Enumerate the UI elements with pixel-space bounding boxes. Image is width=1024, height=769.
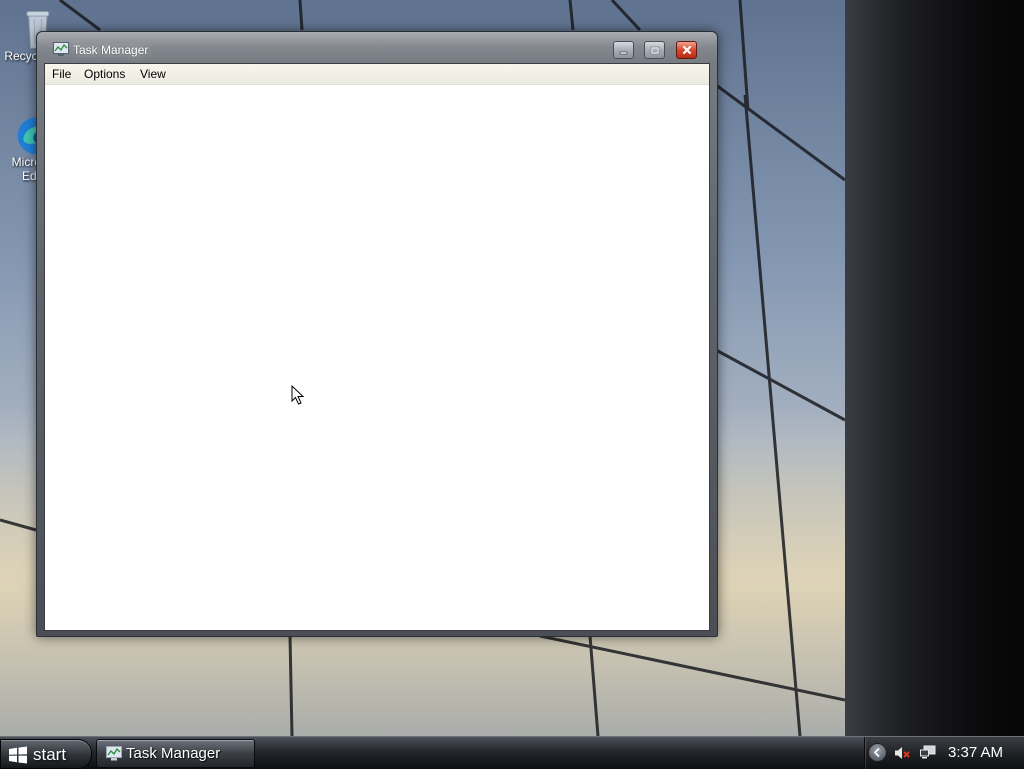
minimize-button[interactable] xyxy=(613,41,634,59)
task-manager-icon xyxy=(106,746,122,761)
close-button[interactable] xyxy=(676,41,697,59)
windows-logo-icon xyxy=(9,746,27,764)
mouse-cursor-icon xyxy=(291,385,305,405)
taskbar-item-task-manager[interactable]: Task Manager xyxy=(96,739,255,768)
minimize-icon xyxy=(619,51,628,54)
window-client-area: File Options View xyxy=(44,63,710,631)
volume-muted-icon[interactable] xyxy=(894,745,910,761)
task-manager-icon xyxy=(53,42,69,56)
menu-view[interactable]: View xyxy=(140,67,166,81)
title-bar[interactable]: Task Manager xyxy=(37,32,717,64)
menu-bar: File Options View xyxy=(45,64,709,85)
wallpaper-dark-panel xyxy=(845,0,1024,736)
network-icon[interactable] xyxy=(920,745,936,761)
maximize-button[interactable] xyxy=(644,41,665,59)
task-manager-window[interactable]: Task Manager File Options View xyxy=(36,31,718,637)
chevron-left-icon xyxy=(873,747,880,758)
window-title: Task Manager xyxy=(73,43,149,57)
system-tray: 3:37 AM xyxy=(864,737,1024,769)
close-icon xyxy=(682,45,691,55)
taskbar: start Task Manager 3:37 AM xyxy=(0,736,1024,769)
taskbar-item-label: Task Manager xyxy=(126,745,221,762)
start-button[interactable]: start xyxy=(0,739,92,769)
start-label: start xyxy=(33,745,67,764)
tray-expand-button[interactable] xyxy=(868,743,887,762)
menu-file[interactable]: File xyxy=(52,67,71,81)
clock[interactable]: 3:37 AM xyxy=(948,744,1003,761)
menu-options[interactable]: Options xyxy=(84,67,125,81)
maximize-icon xyxy=(650,46,659,54)
